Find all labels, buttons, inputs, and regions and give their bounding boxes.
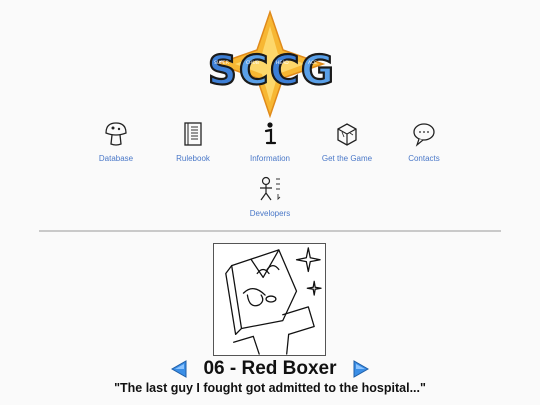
page: S C C G SUPER CHUB HEAD ACE Database Rul… — [0, 0, 540, 405]
svg-text:ACE: ACE — [308, 60, 317, 66]
nav-get-the-game[interactable]: Get the Game — [307, 120, 387, 163]
divider — [39, 230, 501, 232]
nav-label-get-the-game: Get the Game — [321, 154, 373, 163]
nav-label-contacts: Contacts — [408, 154, 440, 163]
nav-database[interactable]: Database — [76, 120, 156, 163]
nav-label-information: Information — [249, 154, 291, 163]
character-title: 06 - Red Boxer — [203, 358, 337, 379]
mushroom-icon — [105, 122, 127, 146]
svg-text:C: C — [270, 48, 299, 94]
svg-text:G: G — [301, 48, 334, 94]
character-portrait — [213, 243, 326, 356]
svg-text:S: S — [208, 48, 237, 94]
character-quote: "The last guy I fought got admitted to t… — [114, 381, 426, 395]
nav-information[interactable]: Information — [230, 120, 310, 163]
nav-rulebook[interactable]: Rulebook — [153, 120, 233, 163]
nav-developers[interactable]: Developers — [230, 175, 310, 218]
site-logo[interactable]: S C C G SUPER CHUB HEAD ACE — [205, 10, 335, 118]
speech-bubble-icon — [413, 123, 435, 147]
info-icon — [264, 122, 277, 145]
next-arrow-icon[interactable] — [351, 359, 371, 379]
stick-figure-icon — [260, 176, 281, 201]
svg-text:HEAD: HEAD — [276, 60, 289, 66]
svg-text:CHUB: CHUB — [246, 60, 259, 66]
book-icon — [184, 122, 202, 146]
character-title-row: 06 - Red Boxer — [0, 356, 540, 382]
nav-label-rulebook: Rulebook — [176, 154, 210, 163]
nav-label-developers: Developers — [249, 209, 291, 218]
prev-arrow-icon[interactable] — [169, 359, 189, 379]
nav-label-database: Database — [98, 154, 134, 163]
svg-text:C: C — [239, 48, 268, 94]
nav-contacts[interactable]: Contacts — [384, 120, 464, 163]
box-icon — [337, 123, 357, 146]
svg-text:SUPER: SUPER — [214, 60, 229, 66]
